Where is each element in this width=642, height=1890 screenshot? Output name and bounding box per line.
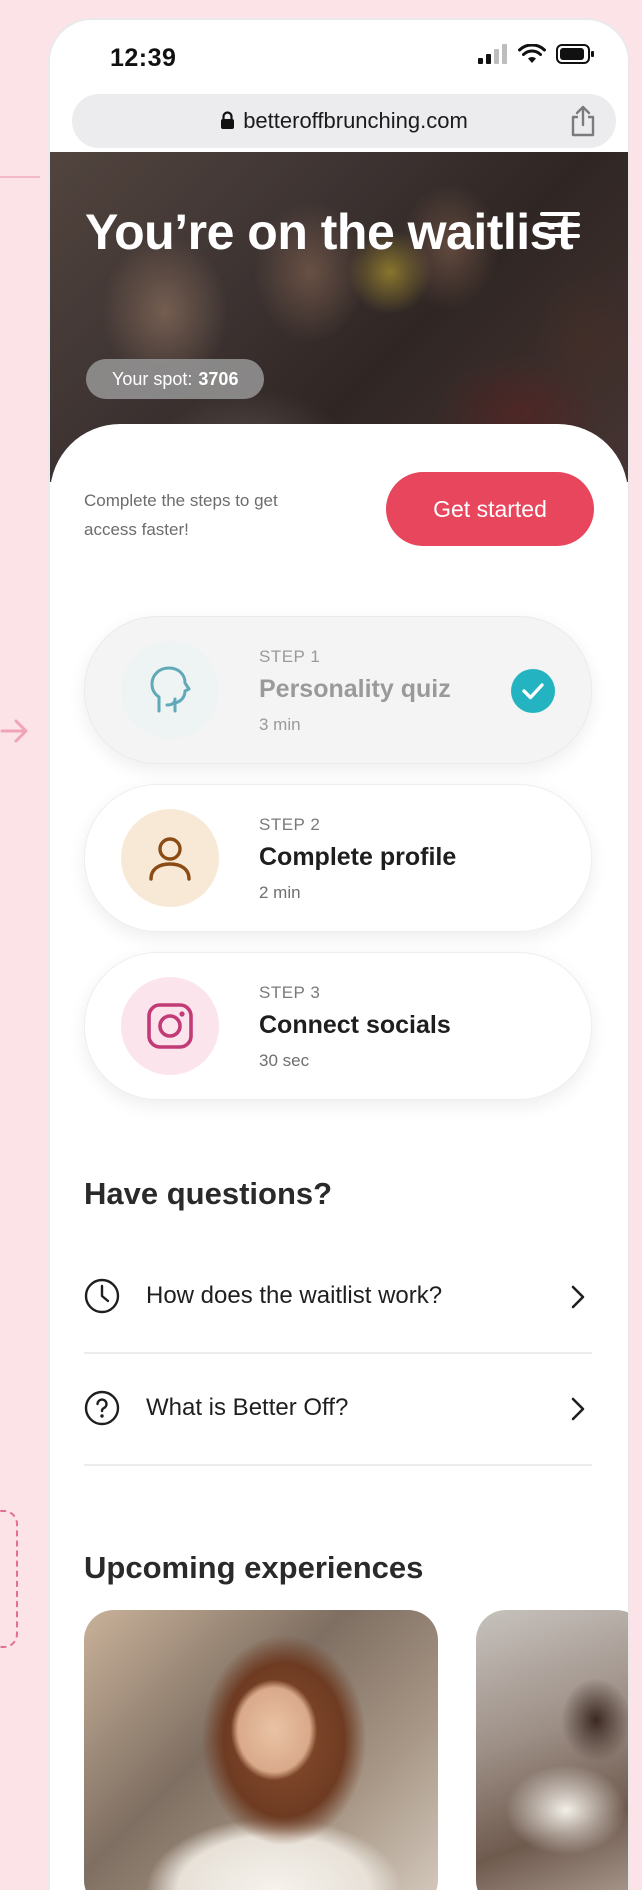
url-display[interactable]: betteroffbrunching.com <box>72 108 616 134</box>
experiences-heading: Upcoming experiences <box>84 1550 424 1585</box>
address-bar[interactable]: betteroffbrunching.com <box>72 94 616 148</box>
menu-icon[interactable] <box>540 212 580 238</box>
step-duration: 3 min <box>259 715 301 734</box>
checkmark-icon <box>511 669 555 713</box>
get-started-button[interactable]: Get started <box>386 472 594 546</box>
step-label: STEP 1 <box>259 647 321 666</box>
clock-icon <box>84 1278 120 1314</box>
step-title: Personality quiz <box>259 675 451 703</box>
phone-frame: 12:39 betteroffbrunching.com You’re on t… <box>48 18 630 1890</box>
status-bar: 12:39 <box>50 20 628 80</box>
signal-icon <box>478 44 507 64</box>
faq-heading: Have questions? <box>84 1176 333 1211</box>
spot-number: 3706 <box>198 368 239 389</box>
faq-question: How does the waitlist work? <box>146 1282 443 1309</box>
step-card-complete-profile[interactable]: STEP 2 Complete profile 2 min <box>84 784 592 932</box>
chevron-right-icon <box>571 1285 585 1309</box>
spot-label: Your spot: <box>112 368 193 389</box>
page-title: You’re on the waitlist <box>85 204 574 260</box>
status-time: 12:39 <box>110 44 177 72</box>
experience-card-photo[interactable] <box>84 1610 438 1890</box>
faq-item-better-off[interactable]: What is Better Off? <box>84 1352 592 1466</box>
experience-card-photo[interactable] <box>476 1610 628 1890</box>
faq-question: What is Better Off? <box>146 1394 349 1421</box>
step-card-connect-socials[interactable]: STEP 3 Connect socials 30 sec <box>84 952 592 1100</box>
step-duration: 30 sec <box>259 1051 310 1070</box>
instagram-icon <box>121 977 219 1075</box>
status-icons <box>478 44 594 64</box>
url-text: betteroffbrunching.com <box>243 108 468 133</box>
chevron-right-icon <box>571 1397 585 1421</box>
connector-line <box>0 176 40 178</box>
intro-text: Complete the steps to get access faster! <box>84 491 278 539</box>
step-label: STEP 2 <box>259 815 321 834</box>
step-title: Connect socials <box>259 1011 451 1039</box>
dashed-outline <box>0 1510 18 1648</box>
person-icon <box>121 809 219 907</box>
faq-item-waitlist[interactable]: How does the waitlist work? <box>84 1240 592 1354</box>
wifi-icon <box>518 44 546 63</box>
step-card-personality-quiz[interactable]: STEP 1 Personality quiz 3 min <box>84 616 592 764</box>
step-label: STEP 3 <box>259 983 321 1002</box>
step-duration: 2 min <box>259 883 301 902</box>
waitlist-spot-badge: Your spot: 3706 <box>86 359 265 399</box>
arrow-right-icon <box>0 719 28 743</box>
step-title: Complete profile <box>259 843 457 871</box>
battery-icon <box>556 44 594 64</box>
share-icon[interactable] <box>568 105 598 137</box>
lock-icon <box>221 111 235 129</box>
head-icon <box>121 641 219 739</box>
question-circle-icon <box>84 1390 120 1426</box>
